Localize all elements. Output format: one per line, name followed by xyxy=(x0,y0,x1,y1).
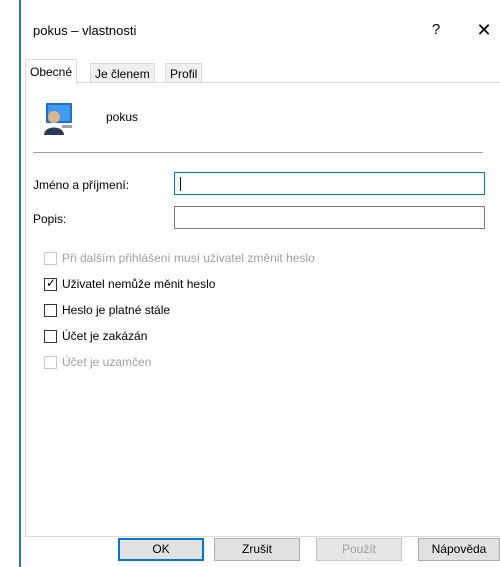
checkmark-icon: ✓ xyxy=(46,276,57,290)
cancel-button[interactable]: Zrušit xyxy=(214,538,300,561)
ok-button[interactable]: OK xyxy=(118,538,204,561)
checkbox-label: Účet je uzamčen xyxy=(62,355,152,369)
description-input[interactable] xyxy=(174,206,485,229)
tab-profil[interactable]: Profil xyxy=(165,63,203,83)
close-icon[interactable]: ✕ xyxy=(473,18,495,42)
divider xyxy=(33,152,483,153)
help-icon[interactable]: ? xyxy=(426,18,446,42)
full-name-label: Jméno a příjmení: xyxy=(33,178,130,192)
window-left-border xyxy=(19,0,21,567)
title-bar: pokus – vlastnosti ? ✕ xyxy=(21,0,500,52)
help-button[interactable]: Nápověda xyxy=(418,538,500,561)
checkbox-label: Při dalším přihlášení musí uživatel změn… xyxy=(62,251,315,265)
checkbox-label: Účet je zakázán xyxy=(62,329,148,343)
checkbox-box[interactable] xyxy=(44,304,57,317)
checkbox-box[interactable]: ✓ xyxy=(44,276,57,291)
checkbox-label: Uživatel nemůže měnit heslo xyxy=(62,277,216,291)
text-caret xyxy=(180,177,181,191)
checkbox-box[interactable] xyxy=(44,252,57,265)
tab-je-clenem[interactable]: Je členem xyxy=(90,63,155,83)
window-title: pokus – vlastnosti xyxy=(33,23,137,38)
description-label: Popis: xyxy=(33,212,67,226)
apply-button[interactable]: Použít xyxy=(316,538,402,561)
checkbox-box[interactable] xyxy=(44,330,57,343)
full-name-input[interactable] xyxy=(174,172,485,195)
user-computer-icon xyxy=(44,103,72,135)
user-name: pokus xyxy=(106,110,139,124)
tab-obecne[interactable]: Obecné xyxy=(25,59,78,84)
checkbox-box[interactable] xyxy=(44,356,57,369)
checkbox-label: Heslo je platné stále xyxy=(62,303,171,317)
